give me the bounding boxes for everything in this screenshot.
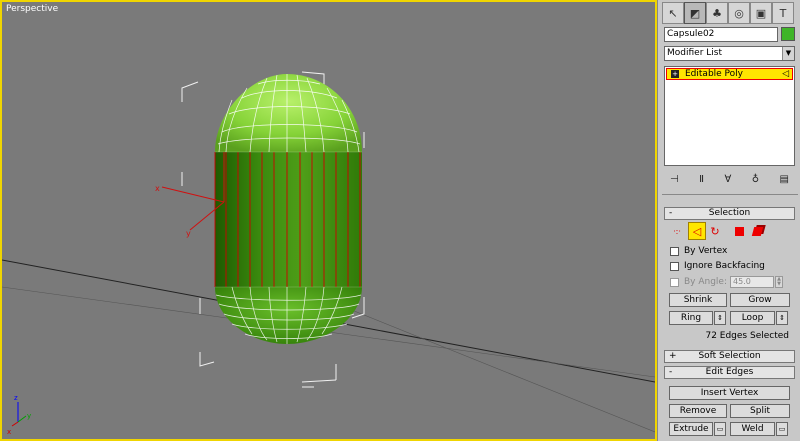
selection-rollout-header[interactable]: - Selection (664, 207, 795, 220)
ring-button[interactable]: Ring (669, 311, 713, 325)
grow-button[interactable]: Grow (730, 293, 790, 307)
by-vertex-checkbox[interactable] (670, 246, 679, 256)
gizmo-y-label: y (186, 229, 191, 238)
collapse-icon: - (669, 367, 673, 377)
edge-icon[interactable]: ◁ (688, 222, 706, 240)
perspective-viewport[interactable]: x y z y x Perspective (0, 0, 657, 441)
expand-icon[interactable]: + (671, 70, 679, 78)
loop-spinner-icon[interactable]: ⇕ (776, 311, 788, 325)
stack-tools: ⊣ Ⅱ ∀ ♁ ▤ (664, 170, 795, 188)
world-axis-tripod: z y x (7, 394, 31, 436)
polygon-icon[interactable] (730, 222, 748, 240)
expand-icon: + (669, 351, 677, 361)
shrink-button[interactable]: Shrink (669, 293, 727, 307)
command-panel: ↖ ◩ ♣ ◎ ▣ T Capsule02 Modifier List ▼ + … (657, 0, 800, 441)
spinner-arrows-icon: ▲ ▼ (775, 276, 784, 288)
remove-button[interactable]: Remove (669, 404, 727, 418)
ignore-backfacing-label: Ignore Backfacing (684, 260, 765, 271)
by-angle-option: By Angle: 45.0 ▲ ▼ (670, 276, 784, 288)
create-tab-icon[interactable]: ↖ (662, 2, 684, 24)
hierarchy-tab-icon[interactable]: ♣ (706, 2, 728, 24)
capsule-cylinder (215, 152, 362, 287)
command-panel-tabs: ↖ ◩ ♣ ◎ ▣ T (662, 2, 796, 24)
configure-modifier-sets-icon[interactable]: ▤ (780, 174, 789, 185)
motion-tab-icon[interactable]: ◎ (728, 2, 750, 24)
divider (662, 194, 798, 195)
svg-text:z: z (14, 394, 18, 402)
object-name-field[interactable]: Capsule02 (664, 27, 778, 42)
modify-tab-icon[interactable]: ◩ (684, 2, 706, 24)
ignore-backfacing-option[interactable]: Ignore Backfacing (670, 260, 765, 272)
object-color-swatch[interactable] (781, 27, 795, 41)
vertex-icon[interactable]: ·:· (668, 222, 686, 240)
capsule-object (214, 74, 362, 344)
modifier-stack[interactable]: + Editable Poly ◁ (664, 66, 795, 166)
stack-item-label: Editable Poly (685, 69, 743, 79)
stack-item-editable-poly[interactable]: + Editable Poly ◁ (666, 68, 793, 80)
border-icon[interactable]: ↻ (706, 222, 724, 240)
svg-text:y: y (27, 412, 31, 420)
insert-vertex-button[interactable]: Insert Vertex (669, 386, 790, 400)
grid-line (301, 289, 655, 433)
by-angle-label: By Angle: (684, 276, 728, 287)
soft-selection-rollout-header[interactable]: + Soft Selection (664, 350, 795, 363)
subobject-level-buttons: ·:· ◁ ↻ (668, 222, 788, 242)
modifier-list-label: Modifier List (667, 48, 722, 58)
chevron-down-icon: ▼ (782, 47, 794, 60)
collapse-icon: - (669, 208, 673, 218)
gizmo-x-label: x (155, 184, 160, 193)
viewport-scene[interactable]: x y z y x (2, 2, 655, 439)
angle-spinner-field: 45.0 (730, 276, 775, 288)
ignore-backfacing-checkbox[interactable] (670, 261, 679, 271)
loop-button[interactable]: Loop (730, 311, 775, 325)
svg-text:x: x (7, 428, 11, 436)
extrude-button[interactable]: Extrude (669, 422, 713, 436)
weld-button[interactable]: Weld (730, 422, 775, 436)
utilities-tab-icon[interactable]: T (772, 2, 794, 24)
viewport-label[interactable]: Perspective (6, 4, 58, 14)
pin-stack-icon[interactable]: ⊣ (670, 174, 679, 185)
split-button[interactable]: Split (730, 404, 790, 418)
selection-status: 72 Edges Selected (705, 331, 789, 341)
by-vertex-label: By Vertex (684, 245, 728, 256)
element-icon[interactable] (748, 222, 766, 240)
by-angle-checkbox (670, 277, 679, 287)
by-vertex-option[interactable]: By Vertex (670, 245, 727, 257)
rollout-title: Edit Edges (705, 367, 754, 377)
rollout-title: Selection (708, 208, 751, 218)
modifier-list-dropdown[interactable]: Modifier List ▼ (664, 46, 795, 61)
show-end-result-icon[interactable]: Ⅱ (699, 174, 704, 185)
remove-modifier-icon[interactable]: ♁ (752, 174, 759, 185)
extrude-settings-icon[interactable]: ▭ (714, 422, 726, 436)
weld-settings-icon[interactable]: ▭ (776, 422, 788, 436)
ring-spinner-icon[interactable]: ⇕ (714, 311, 726, 325)
edit-edges-rollout-header[interactable]: - Edit Edges (664, 366, 795, 379)
rollout-title: Soft Selection (698, 351, 761, 361)
edge-subobject-icon: ◁ (782, 69, 789, 79)
make-unique-icon[interactable]: ∀ (724, 174, 731, 185)
display-tab-icon[interactable]: ▣ (750, 2, 772, 24)
